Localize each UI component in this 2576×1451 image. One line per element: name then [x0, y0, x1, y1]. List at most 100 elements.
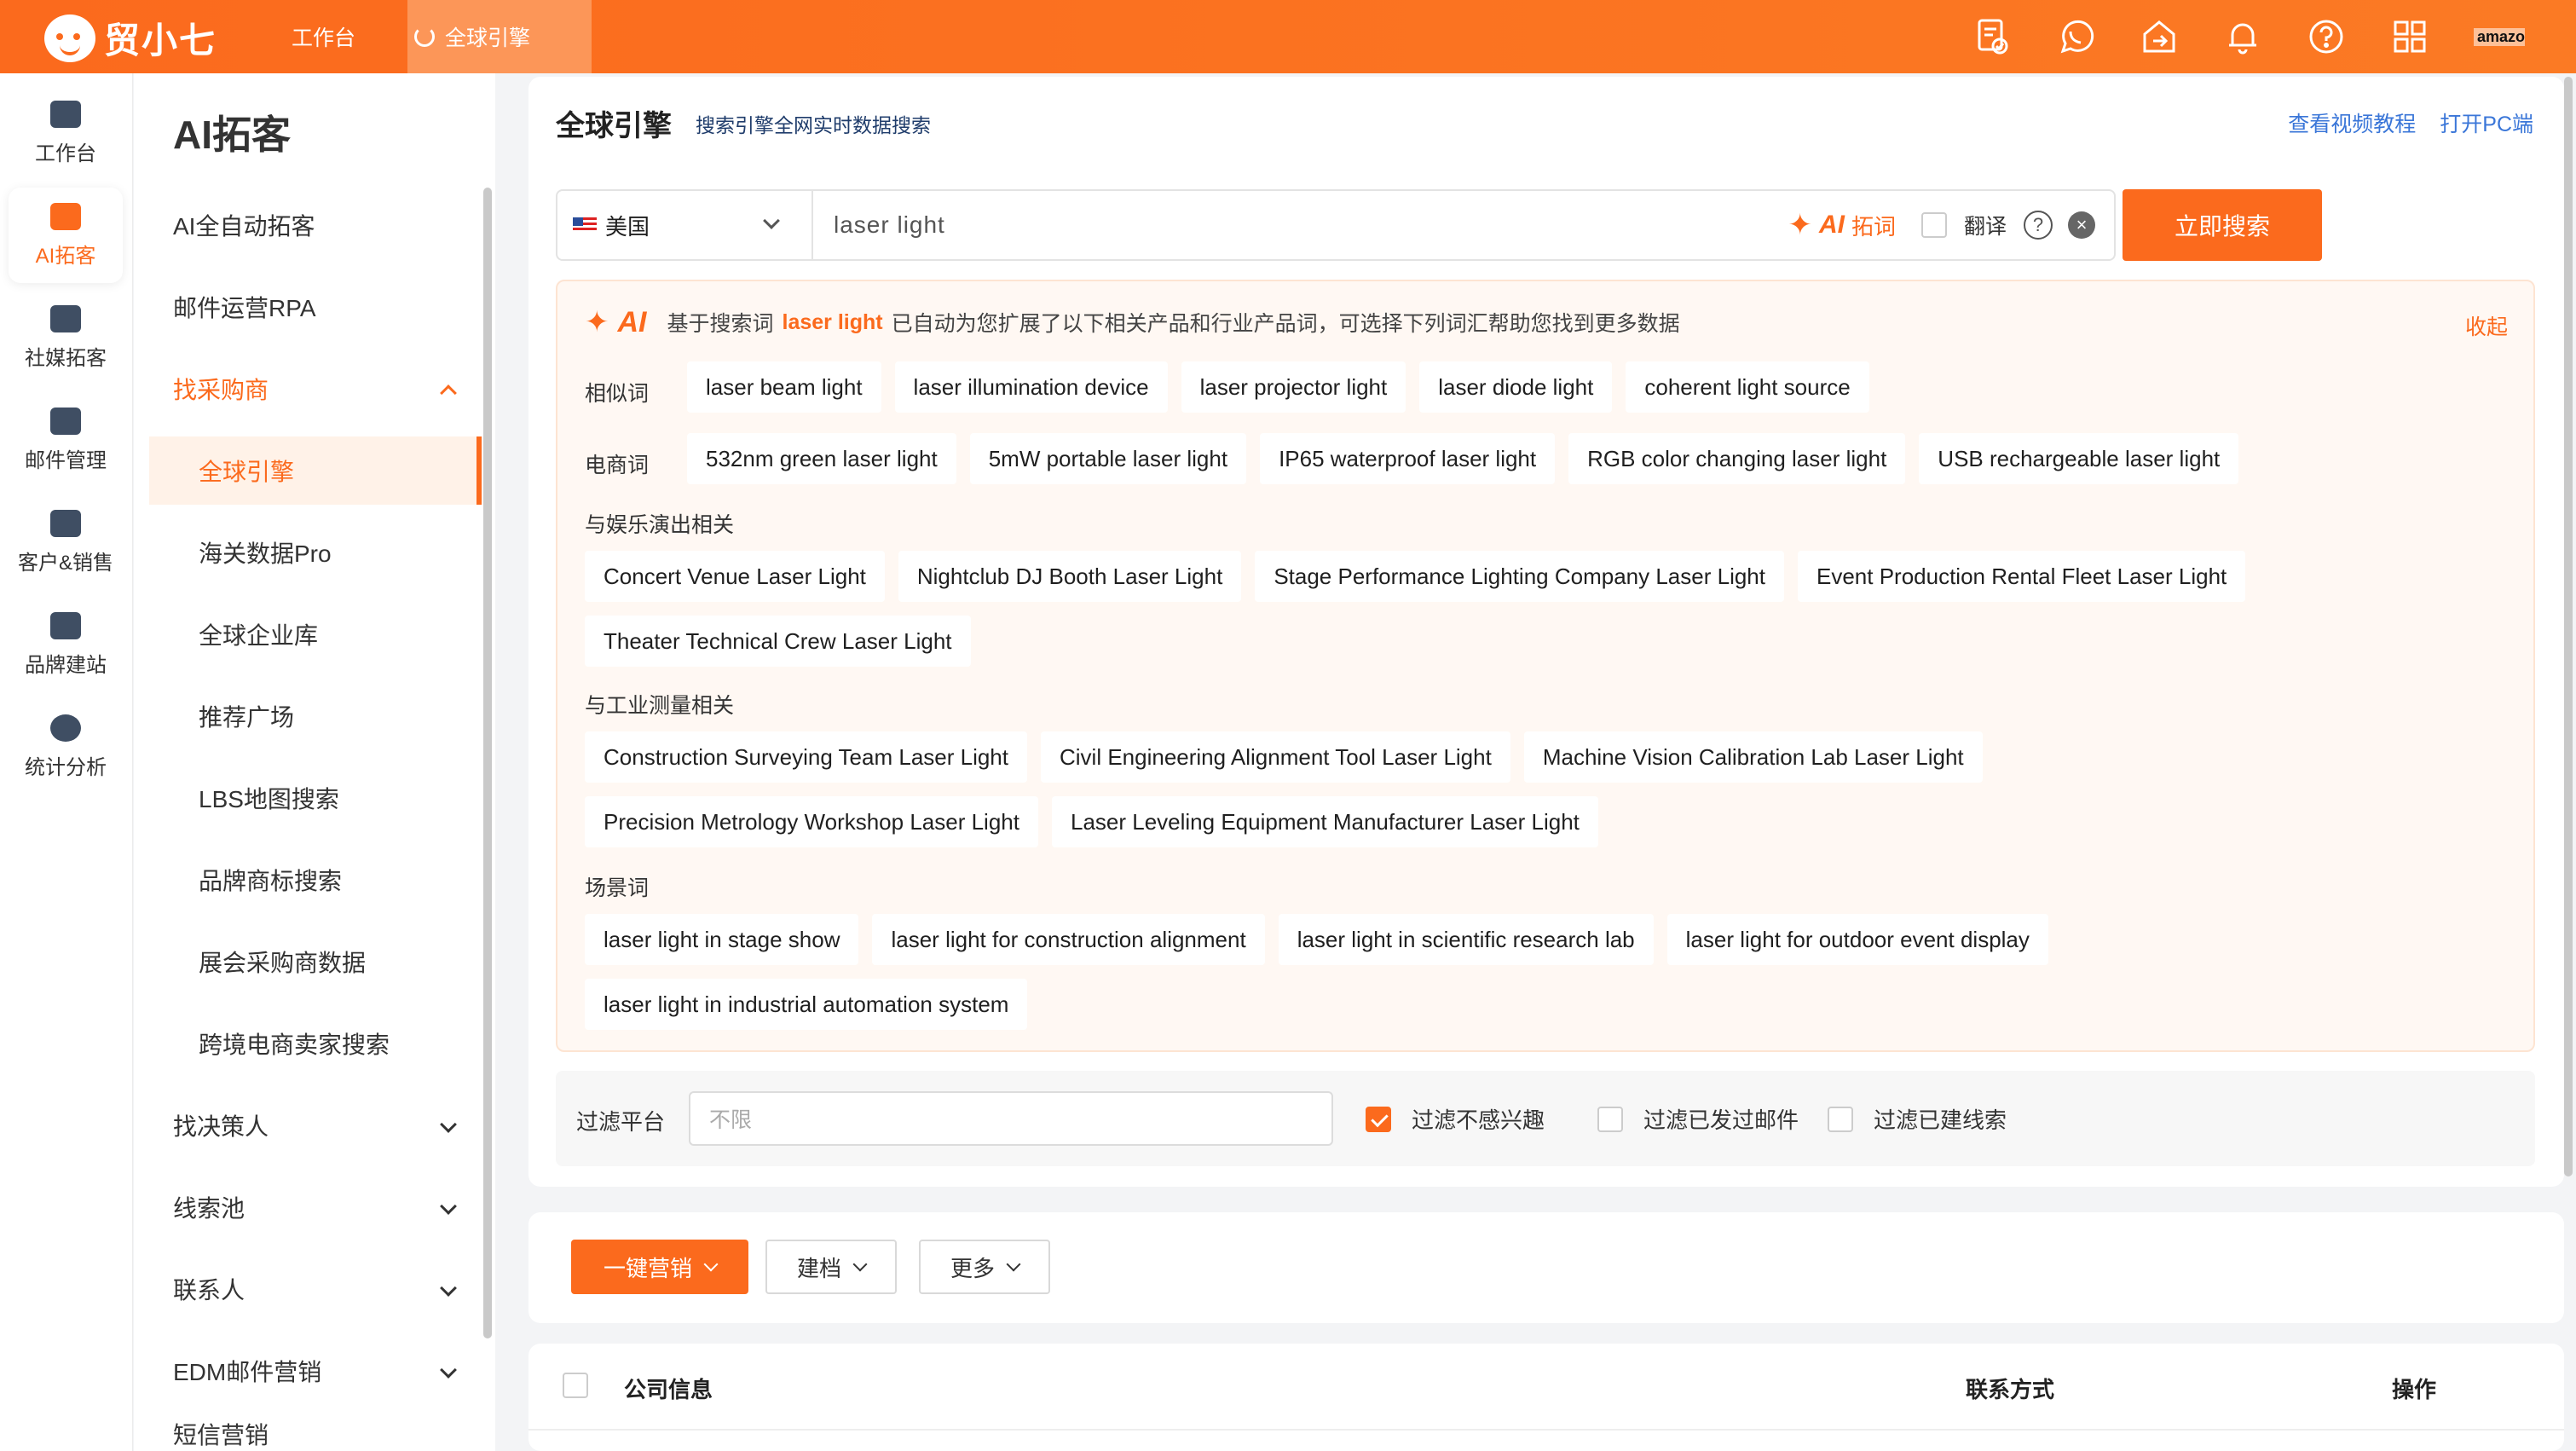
ai-keyword: laser light	[782, 309, 883, 334]
translate-checkbox[interactable]	[1920, 212, 1947, 238]
keyword-chip[interactable]: coherent light source	[1626, 361, 1869, 413]
menu-item-sms[interactable]: 短信营销	[173, 1419, 471, 1451]
scene-chips-2: laser light in industrial automation sys…	[585, 979, 1028, 1030]
bell-icon[interactable]	[2223, 17, 2262, 56]
keyword-chip[interactable]: Civil Engineering Alignment Tool Laser L…	[1041, 731, 1510, 783]
main-scrollbar[interactable]	[2564, 77, 2573, 1176]
filter-emailed[interactable]: 过滤已发过邮件	[1597, 1103, 1799, 1135]
industrial-chips-2: Precision Metrology Workshop Laser Light…	[585, 796, 1598, 847]
menu-item-mail-rpa[interactable]: 邮件运营RPA	[173, 273, 471, 341]
rail-item-mail[interactable]: 邮件管理	[9, 392, 123, 488]
app-logo[interactable]: 贸小七	[44, 12, 217, 64]
keyword-chip[interactable]: Concert Venue Laser Light	[585, 551, 885, 602]
keyword-chip[interactable]: Theater Technical Crew Laser Light	[585, 616, 971, 667]
filter-not-interested[interactable]: 过滤不感兴趣	[1366, 1103, 1545, 1135]
checkbox-checked[interactable]	[1366, 1106, 1391, 1132]
menu-item-ecom-sellers[interactable]: 跨境电商卖家搜索	[149, 1009, 482, 1078]
keyword-chip[interactable]: Precision Metrology Workshop Laser Light	[585, 796, 1038, 847]
rail-item-social[interactable]: 社媒拓客	[9, 290, 123, 385]
tab-global-engine-label: 全球引擎	[445, 26, 531, 50]
menu-item-find-buyers[interactable]: 找采购商	[173, 355, 471, 423]
menu-item-label: EDM邮件营销	[173, 1359, 322, 1385]
refresh-icon	[414, 26, 435, 47]
share-icon[interactable]	[2140, 17, 2179, 56]
sparkle-icon: ✦	[1788, 209, 1812, 241]
keyword-chip[interactable]: Stage Performance Lighting Company Laser…	[1255, 551, 1784, 602]
tab-global-engine[interactable]: 全球引擎	[407, 0, 592, 73]
menu-scrollbar[interactable]	[483, 188, 492, 1338]
keyword-chip[interactable]: Nightclub DJ Booth Laser Light	[898, 551, 1242, 602]
menu-item-lbs-map[interactable]: LBS地图搜索	[149, 764, 482, 832]
keyword-chip[interactable]: Construction Surveying Team Laser Light	[585, 731, 1027, 783]
menu-item-contacts[interactable]: 联系人	[173, 1255, 471, 1323]
ai-expand-toggle[interactable]: ✦ AI 拓词	[1788, 208, 1896, 242]
secondary-menu: AI拓客 AI全自动拓客 邮件运营RPA 找采购商 全球引擎 海关数据Pro 全…	[134, 73, 495, 1451]
keyword-chip[interactable]: laser light in industrial automation sys…	[585, 979, 1028, 1030]
keyword-chip[interactable]: 532nm green laser light	[687, 433, 956, 484]
country-select[interactable]: 美国	[557, 191, 813, 259]
menu-item-expo-buyers[interactable]: 展会采购商数据	[149, 928, 482, 996]
keyword-chip[interactable]: laser light for outdoor event display	[1666, 914, 2048, 965]
menu-item-edm[interactable]: EDM邮件营销	[173, 1337, 471, 1405]
keyword-chip[interactable]: laser diode light	[1419, 361, 1613, 413]
page-title: 全球引擎	[556, 110, 672, 142]
keyword-chip[interactable]: laser light for construction alignment	[872, 914, 1265, 965]
rail-label: 品牌建站	[25, 653, 107, 677]
collapse-button[interactable]: 收起	[2465, 310, 2508, 341]
menu-item-trademark[interactable]: 品牌商标搜索	[149, 846, 482, 914]
open-pc-link[interactable]: 打开PC端	[2440, 107, 2533, 138]
keyword-chip[interactable]: laser beam light	[687, 361, 881, 413]
archive-button[interactable]: 建档	[765, 1240, 897, 1294]
menu-item-customs-pro[interactable]: 海关数据Pro	[149, 518, 482, 587]
keyword-chip[interactable]: laser illumination device	[894, 361, 1168, 413]
ecommerce-label: 电商词	[585, 454, 650, 477]
keyword-chip[interactable]: laser projector light	[1181, 361, 1406, 413]
menu-item-lead-pool[interactable]: 线索池	[173, 1173, 471, 1241]
apps-grid-icon[interactable]	[2390, 17, 2429, 56]
more-button[interactable]: 更多	[919, 1240, 1050, 1294]
video-tutorial-link[interactable]: 查看视频教程	[2288, 107, 2416, 138]
rail-item-customers[interactable]: 客户&销售	[9, 494, 123, 590]
chevron-down-icon	[440, 1116, 457, 1133]
keyword-chip[interactable]: USB rechargeable laser light	[1919, 433, 2239, 484]
keyword-chip[interactable]: Laser Leveling Equipment Manufacturer La…	[1051, 796, 1598, 847]
amazon-label[interactable]: amazon	[2474, 27, 2525, 46]
search-input[interactable]: laser light	[813, 211, 1788, 239]
document-check-icon[interactable]	[1972, 17, 2012, 56]
person-icon	[50, 509, 81, 537]
rail-item-brand-site[interactable]: 品牌建站	[9, 597, 123, 692]
menu-item-ai-auto[interactable]: AI全自动拓客	[173, 191, 471, 259]
rail-item-ai-prospecting[interactable]: AI拓客	[9, 188, 123, 283]
keyword-chip[interactable]: laser light in scientific research lab	[1278, 914, 1654, 965]
menu-item-company-db[interactable]: 全球企业库	[149, 600, 482, 668]
ai-expand-label: 拓词	[1851, 213, 1896, 240]
filter-lead-created[interactable]: 过滤已建线索	[1828, 1103, 2007, 1135]
menu-item-recommend[interactable]: 推荐广场	[149, 682, 482, 750]
top-bar: 贸小七 工作台 全球引擎 amazon	[0, 0, 2576, 73]
keyword-chip[interactable]: Event Production Rental Fleet Laser Ligh…	[1797, 551, 2246, 602]
rail-item-workbench[interactable]: 工作台	[9, 85, 123, 181]
clear-icon[interactable]: ×	[2068, 211, 2095, 239]
menu-item-global-engine[interactable]: 全球引擎	[149, 436, 482, 505]
menu-item-decision-makers[interactable]: 找决策人	[173, 1091, 471, 1159]
keyword-chip[interactable]: laser light in stage show	[585, 914, 859, 965]
help-icon[interactable]	[2307, 17, 2346, 56]
help-icon[interactable]: ?	[2024, 211, 2053, 240]
keyword-chip[interactable]: Machine Vision Calibration Lab Laser Lig…	[1523, 731, 1983, 783]
chevron-down-icon	[440, 1280, 457, 1297]
search-bar: 美国 laser light ✦ AI 拓词 翻译 ? ×	[556, 189, 2116, 261]
tab-workbench[interactable]: 工作台	[292, 0, 355, 73]
whatsapp-icon[interactable]	[2056, 17, 2095, 56]
filter-platform-input[interactable]: 不限	[689, 1091, 1333, 1146]
ai-panel-header: ✦ AI 基于搜索词 laser light 已自动为您扩展了以下相关产品和行业…	[585, 305, 1680, 339]
search-button[interactable]: 立即搜索	[2123, 189, 2322, 261]
checkbox[interactable]	[1597, 1106, 1623, 1132]
keyword-chip[interactable]: RGB color changing laser light	[1568, 433, 1906, 484]
rail-item-analytics[interactable]: 统计分析	[9, 699, 123, 795]
checkbox[interactable]	[1828, 1106, 1853, 1132]
one-click-marketing-button[interactable]: 一键营销	[571, 1240, 748, 1294]
menu-item-label: 线索池	[173, 1195, 245, 1222]
select-all-checkbox[interactable]	[563, 1373, 588, 1398]
keyword-chip[interactable]: IP65 waterproof laser light	[1260, 433, 1556, 484]
keyword-chip[interactable]: 5mW portable laser light	[969, 433, 1247, 484]
